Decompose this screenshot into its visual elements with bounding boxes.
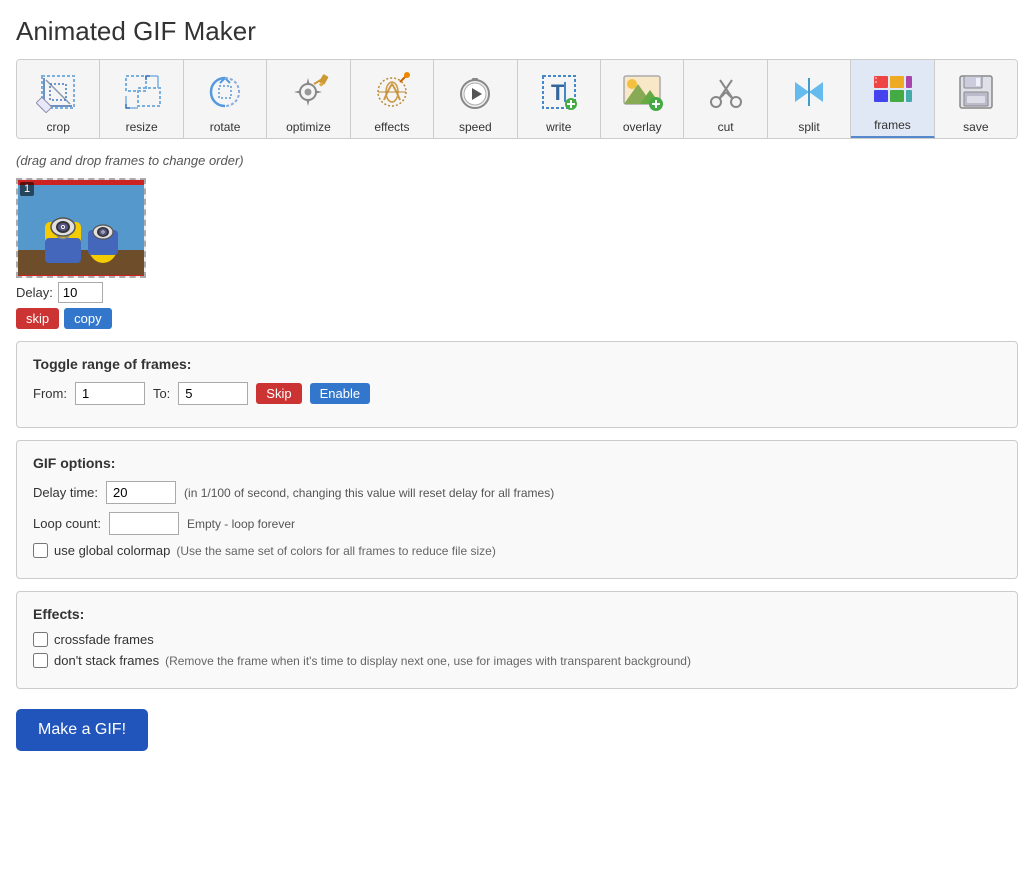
- tool-optimize[interactable]: optimize: [267, 60, 350, 138]
- loop-count-hint: Empty - loop forever: [187, 517, 295, 531]
- tool-rotate[interactable]: rotate: [184, 60, 267, 138]
- frame-controls: Delay: skip copy: [16, 282, 146, 329]
- optimize-icon: [284, 68, 332, 116]
- loop-count-label: Loop count:: [33, 516, 101, 531]
- delay-time-hint: (in 1/100 of second, changing this value…: [184, 486, 554, 500]
- tool-speed[interactable]: speed: [434, 60, 517, 138]
- resize-label: resize: [126, 120, 158, 134]
- tool-crop[interactable]: crop: [17, 60, 100, 138]
- delay-time-input[interactable]: [106, 481, 176, 504]
- tool-overlay[interactable]: overlay: [601, 60, 684, 138]
- optimize-label: optimize: [286, 120, 331, 134]
- drag-hint: (drag and drop frames to change order): [16, 153, 1018, 168]
- frame-image: [18, 180, 146, 278]
- frame-number: 1: [20, 182, 34, 196]
- frame-copy-button[interactable]: copy: [64, 308, 111, 329]
- crop-label: crop: [47, 120, 70, 134]
- overlay-label: overlay: [623, 120, 662, 134]
- tool-split[interactable]: split: [768, 60, 851, 138]
- tool-cut[interactable]: cut: [684, 60, 767, 138]
- frames-label: frames: [874, 118, 911, 132]
- split-icon: [785, 68, 833, 116]
- from-label: From:: [33, 386, 67, 401]
- tool-save[interactable]: save: [935, 60, 1017, 138]
- crossfade-label: crossfade frames: [54, 632, 154, 647]
- tool-write[interactable]: T write: [518, 60, 601, 138]
- speed-icon: [451, 68, 499, 116]
- svg-text:T: T: [551, 80, 565, 105]
- effects-label: effects: [374, 120, 409, 134]
- tool-frames[interactable]: frames: [851, 60, 934, 138]
- delay-input[interactable]: [58, 282, 103, 303]
- save-label: save: [963, 120, 988, 134]
- delay-time-row: Delay time: (in 1/100 of second, changin…: [33, 481, 1001, 504]
- cut-icon: [702, 68, 750, 116]
- no-stack-hint: (Remove the frame when it's time to disp…: [165, 654, 691, 668]
- delay-time-label: Delay time:: [33, 485, 98, 500]
- no-stack-checkbox[interactable]: [33, 653, 48, 668]
- frames-area: 1: [16, 178, 1018, 329]
- tool-effects[interactable]: effects: [351, 60, 434, 138]
- frames-icon: [868, 66, 916, 114]
- overlay-icon: [618, 68, 666, 116]
- toggle-range-row: From: To: Skip Enable: [33, 382, 1001, 405]
- frame-skip-button[interactable]: skip: [16, 308, 59, 329]
- global-colormap-hint: (Use the same set of colors for all fram…: [176, 544, 495, 558]
- enable-range-button[interactable]: Enable: [310, 383, 370, 404]
- rotate-icon: [201, 68, 249, 116]
- make-gif-button[interactable]: Make a GIF!: [16, 709, 148, 751]
- tool-resize[interactable]: resize: [100, 60, 183, 138]
- skip-range-button[interactable]: Skip: [256, 383, 301, 404]
- save-icon: [952, 68, 1000, 116]
- global-colormap-checkbox[interactable]: [33, 543, 48, 558]
- gif-options-section: GIF options: Delay time: (in 1/100 of se…: [16, 440, 1018, 579]
- loop-count-row: Loop count: Empty - loop forever: [33, 512, 1001, 535]
- write-label: write: [546, 120, 571, 134]
- toggle-range-title: Toggle range of frames:: [33, 356, 1001, 372]
- toggle-range-section: Toggle range of frames: From: To: Skip E…: [16, 341, 1018, 428]
- from-input[interactable]: [75, 382, 145, 405]
- effects-icon: [368, 68, 416, 116]
- resize-icon: [118, 68, 166, 116]
- crossfade-checkbox[interactable]: [33, 632, 48, 647]
- effects-section: Effects: crossfade frames don't stack fr…: [16, 591, 1018, 689]
- write-icon: T: [535, 68, 583, 116]
- no-stack-row: don't stack frames (Remove the frame whe…: [33, 653, 1001, 668]
- rotate-label: rotate: [210, 120, 241, 134]
- crop-icon: [34, 68, 82, 116]
- to-label: To:: [153, 386, 170, 401]
- delay-row: Delay:: [16, 282, 103, 303]
- global-colormap-row: use global colormap (Use the same set of…: [33, 543, 1001, 558]
- global-colormap-label: use global colormap: [54, 543, 170, 558]
- loop-count-input[interactable]: [109, 512, 179, 535]
- split-label: split: [798, 120, 819, 134]
- toolbar: crop resize rota: [16, 59, 1018, 139]
- cut-label: cut: [718, 120, 734, 134]
- speed-label: speed: [459, 120, 492, 134]
- crossfade-row: crossfade frames: [33, 632, 1001, 647]
- frame-thumbnail[interactable]: 1: [16, 178, 146, 278]
- gif-options-title: GIF options:: [33, 455, 1001, 471]
- frame-btn-row: skip copy: [16, 308, 112, 329]
- page-title: Animated GIF Maker: [16, 16, 1018, 47]
- to-input[interactable]: [178, 382, 248, 405]
- delay-label: Delay:: [16, 285, 53, 300]
- effects-title: Effects:: [33, 606, 1001, 622]
- frame-card: 1: [16, 178, 146, 329]
- no-stack-label: don't stack frames: [54, 653, 159, 668]
